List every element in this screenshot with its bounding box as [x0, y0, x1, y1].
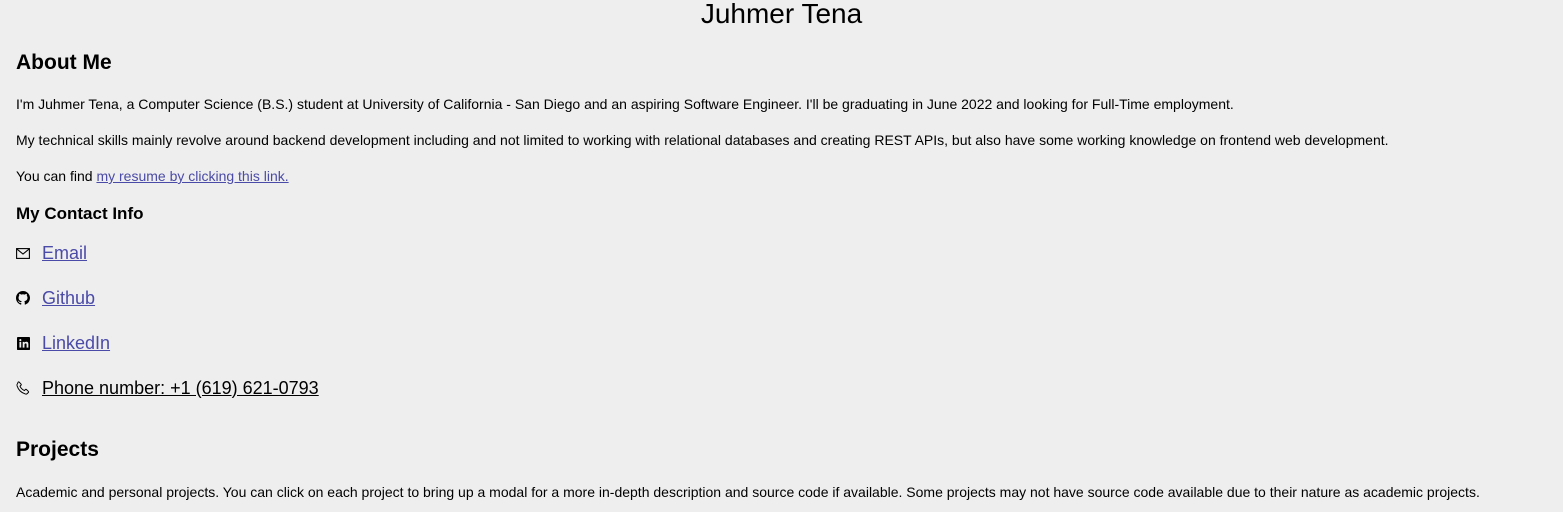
contact-heading: My Contact Info — [16, 204, 144, 223]
resume-paragraph: You can find my resume by clicking this … — [16, 168, 289, 184]
projects-description: Academic and personal projects. You can … — [16, 484, 1480, 500]
contact-phone: Phone number: +1 (619) 621-0793 — [16, 376, 319, 400]
contact-github: Github — [16, 286, 95, 310]
about-paragraph-skills: My technical skills mainly revolve aroun… — [16, 132, 1389, 148]
page-title: Juhmer Tena — [700, 0, 863, 29]
email-link[interactable]: Email — [42, 243, 87, 264]
github-icon — [16, 291, 30, 305]
linkedin-link[interactable]: LinkedIn — [42, 333, 110, 354]
phone-link[interactable]: Phone number: +1 (619) 621-0793 — [42, 378, 319, 399]
contact-linkedin: LinkedIn — [16, 331, 110, 355]
phone-icon — [16, 381, 30, 395]
mail-icon — [16, 246, 30, 260]
resume-prefix-text: You can find — [16, 168, 97, 184]
linkedin-icon — [16, 336, 30, 350]
github-link[interactable]: Github — [42, 288, 95, 309]
resume-link[interactable]: my resume by clicking this link. — [96, 168, 288, 184]
about-heading: About Me — [16, 51, 112, 74]
contact-email: Email — [16, 241, 87, 265]
page: Juhmer Tena About Me I'm Juhmer Tena, a … — [0, 0, 1563, 512]
about-paragraph-intro: I'm Juhmer Tena, a Computer Science (B.S… — [16, 96, 1234, 112]
projects-heading: Projects — [16, 438, 99, 461]
